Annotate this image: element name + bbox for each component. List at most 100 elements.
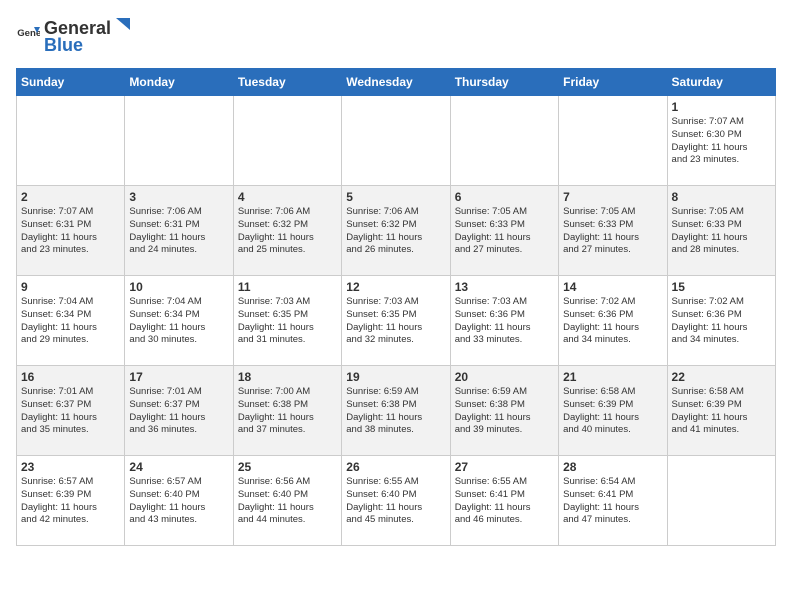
weekday-header-saturday: Saturday xyxy=(667,69,775,96)
day-info: Sunrise: 6:55 AM Sunset: 6:41 PM Dayligh… xyxy=(455,476,554,527)
calendar-cell xyxy=(233,96,341,186)
day-number: 16 xyxy=(21,370,120,384)
day-info: Sunrise: 7:05 AM Sunset: 6:33 PM Dayligh… xyxy=(563,206,662,257)
day-info: Sunrise: 7:00 AM Sunset: 6:38 PM Dayligh… xyxy=(238,386,337,437)
calendar-cell: 21 Sunrise: 6:58 AM Sunset: 6:39 PM Dayli… xyxy=(559,366,667,456)
day-info: Sunrise: 7:07 AM Sunset: 6:30 PM Dayligh… xyxy=(672,116,771,167)
calendar-cell: 24 Sunrise: 6:57 AM Sunset: 6:40 PM Dayli… xyxy=(125,456,233,546)
calendar-week-1: 1 Sunrise: 7:07 AM Sunset: 6:30 PM Daylig… xyxy=(17,96,776,186)
day-number: 4 xyxy=(238,190,337,204)
calendar-cell: 9 Sunrise: 7:04 AM Sunset: 6:34 PM Daylig… xyxy=(17,276,125,366)
day-info: Sunrise: 7:07 AM Sunset: 6:31 PM Dayligh… xyxy=(21,206,120,257)
calendar-cell: 16 Sunrise: 7:01 AM Sunset: 6:37 PM Dayli… xyxy=(17,366,125,456)
calendar-week-2: 2Sunrise: 7:07 AM Sunset: 6:31 PM Daylig… xyxy=(17,186,776,276)
calendar-cell xyxy=(342,96,450,186)
calendar-cell: 1 Sunrise: 7:07 AM Sunset: 6:30 PM Daylig… xyxy=(667,96,775,186)
page-header: General General Blue xyxy=(16,16,776,56)
day-number: 14 xyxy=(563,280,662,294)
calendar-cell: 28 Sunrise: 6:54 AM Sunset: 6:41 PM Dayli… xyxy=(559,456,667,546)
calendar-cell xyxy=(125,96,233,186)
day-number: 25 xyxy=(238,460,337,474)
day-info: Sunrise: 7:04 AM Sunset: 6:34 PM Dayligh… xyxy=(129,296,228,347)
calendar-cell xyxy=(17,96,125,186)
calendar-week-4: 16 Sunrise: 7:01 AM Sunset: 6:37 PM Dayli… xyxy=(17,366,776,456)
day-info: Sunrise: 7:02 AM Sunset: 6:36 PM Dayligh… xyxy=(672,296,771,347)
day-info: Sunrise: 7:06 AM Sunset: 6:32 PM Dayligh… xyxy=(346,206,445,257)
day-info: Sunrise: 7:03 AM Sunset: 6:35 PM Dayligh… xyxy=(346,296,445,347)
day-info: Sunrise: 7:01 AM Sunset: 6:37 PM Dayligh… xyxy=(129,386,228,437)
calendar-cell: 7Sunrise: 7:05 AM Sunset: 6:33 PM Daylig… xyxy=(559,186,667,276)
calendar-cell: 2Sunrise: 7:07 AM Sunset: 6:31 PM Daylig… xyxy=(17,186,125,276)
day-number: 17 xyxy=(129,370,228,384)
day-number: 6 xyxy=(455,190,554,204)
day-number: 3 xyxy=(129,190,228,204)
calendar-cell: 8 Sunrise: 7:05 AM Sunset: 6:33 PM Daylig… xyxy=(667,186,775,276)
day-info: Sunrise: 6:57 AM Sunset: 6:40 PM Dayligh… xyxy=(129,476,228,527)
weekday-header-monday: Monday xyxy=(125,69,233,96)
calendar-cell: 17 Sunrise: 7:01 AM Sunset: 6:37 PM Dayli… xyxy=(125,366,233,456)
day-number: 18 xyxy=(238,370,337,384)
calendar-cell: 12 Sunrise: 7:03 AM Sunset: 6:35 PM Dayli… xyxy=(342,276,450,366)
weekday-header-wednesday: Wednesday xyxy=(342,69,450,96)
day-number: 8 xyxy=(672,190,771,204)
day-info: Sunrise: 6:57 AM Sunset: 6:39 PM Dayligh… xyxy=(21,476,120,527)
day-info: Sunrise: 6:54 AM Sunset: 6:41 PM Dayligh… xyxy=(563,476,662,527)
calendar-cell: 22 Sunrise: 6:58 AM Sunset: 6:39 PM Dayli… xyxy=(667,366,775,456)
day-info: Sunrise: 6:55 AM Sunset: 6:40 PM Dayligh… xyxy=(346,476,445,527)
day-number: 5 xyxy=(346,190,445,204)
calendar-cell: 11 Sunrise: 7:03 AM Sunset: 6:35 PM Dayli… xyxy=(233,276,341,366)
calendar-cell: 18 Sunrise: 7:00 AM Sunset: 6:38 PM Dayli… xyxy=(233,366,341,456)
calendar-cell xyxy=(667,456,775,546)
day-number: 27 xyxy=(455,460,554,474)
day-info: Sunrise: 7:02 AM Sunset: 6:36 PM Dayligh… xyxy=(563,296,662,347)
day-info: Sunrise: 6:59 AM Sunset: 6:38 PM Dayligh… xyxy=(346,386,445,437)
day-info: Sunrise: 7:04 AM Sunset: 6:34 PM Dayligh… xyxy=(21,296,120,347)
day-info: Sunrise: 7:06 AM Sunset: 6:31 PM Dayligh… xyxy=(129,206,228,257)
weekday-header-sunday: Sunday xyxy=(17,69,125,96)
day-info: Sunrise: 6:59 AM Sunset: 6:38 PM Dayligh… xyxy=(455,386,554,437)
calendar-cell: 14 Sunrise: 7:02 AM Sunset: 6:36 PM Dayli… xyxy=(559,276,667,366)
calendar-cell: 6Sunrise: 7:05 AM Sunset: 6:33 PM Daylig… xyxy=(450,186,558,276)
logo-triangle xyxy=(112,16,130,34)
day-number: 28 xyxy=(563,460,662,474)
calendar-cell: 25 Sunrise: 6:56 AM Sunset: 6:40 PM Dayli… xyxy=(233,456,341,546)
day-number: 26 xyxy=(346,460,445,474)
calendar-cell: 27 Sunrise: 6:55 AM Sunset: 6:41 PM Dayli… xyxy=(450,456,558,546)
day-number: 24 xyxy=(129,460,228,474)
day-number: 10 xyxy=(129,280,228,294)
day-number: 11 xyxy=(238,280,337,294)
calendar-cell: 13 Sunrise: 7:03 AM Sunset: 6:36 PM Dayli… xyxy=(450,276,558,366)
calendar-cell: 3 Sunrise: 7:06 AM Sunset: 6:31 PM Daylig… xyxy=(125,186,233,276)
calendar-cell: 15 Sunrise: 7:02 AM Sunset: 6:36 PM Dayli… xyxy=(667,276,775,366)
day-number: 21 xyxy=(563,370,662,384)
calendar-cell: 10 Sunrise: 7:04 AM Sunset: 6:34 PM Dayli… xyxy=(125,276,233,366)
day-number: 22 xyxy=(672,370,771,384)
day-number: 13 xyxy=(455,280,554,294)
calendar-cell xyxy=(450,96,558,186)
calendar-cell: 26 Sunrise: 6:55 AM Sunset: 6:40 PM Dayli… xyxy=(342,456,450,546)
calendar-cell: 19 Sunrise: 6:59 AM Sunset: 6:38 PM Dayli… xyxy=(342,366,450,456)
day-info: Sunrise: 6:58 AM Sunset: 6:39 PM Dayligh… xyxy=(563,386,662,437)
calendar-cell: 23Sunrise: 6:57 AM Sunset: 6:39 PM Dayli… xyxy=(17,456,125,546)
day-info: Sunrise: 7:03 AM Sunset: 6:35 PM Dayligh… xyxy=(238,296,337,347)
calendar-table: SundayMondayTuesdayWednesdayThursdayFrid… xyxy=(16,68,776,546)
weekday-header-row: SundayMondayTuesdayWednesdayThursdayFrid… xyxy=(17,69,776,96)
day-number: 19 xyxy=(346,370,445,384)
calendar-cell xyxy=(559,96,667,186)
logo-icon: General xyxy=(16,24,40,48)
day-info: Sunrise: 7:03 AM Sunset: 6:36 PM Dayligh… xyxy=(455,296,554,347)
calendar-week-3: 9 Sunrise: 7:04 AM Sunset: 6:34 PM Daylig… xyxy=(17,276,776,366)
logo: General General Blue xyxy=(16,16,131,56)
calendar-cell: 4Sunrise: 7:06 AM Sunset: 6:32 PM Daylig… xyxy=(233,186,341,276)
calendar-cell: 20Sunrise: 6:59 AM Sunset: 6:38 PM Dayli… xyxy=(450,366,558,456)
day-info: Sunrise: 7:05 AM Sunset: 6:33 PM Dayligh… xyxy=(672,206,771,257)
day-number: 12 xyxy=(346,280,445,294)
calendar-week-5: 23Sunrise: 6:57 AM Sunset: 6:39 PM Dayli… xyxy=(17,456,776,546)
day-number: 9 xyxy=(21,280,120,294)
day-info: Sunrise: 7:01 AM Sunset: 6:37 PM Dayligh… xyxy=(21,386,120,437)
calendar-cell: 5 Sunrise: 7:06 AM Sunset: 6:32 PM Daylig… xyxy=(342,186,450,276)
day-info: Sunrise: 6:56 AM Sunset: 6:40 PM Dayligh… xyxy=(238,476,337,527)
day-info: Sunrise: 6:58 AM Sunset: 6:39 PM Dayligh… xyxy=(672,386,771,437)
day-number: 15 xyxy=(672,280,771,294)
day-number: 1 xyxy=(672,100,771,114)
